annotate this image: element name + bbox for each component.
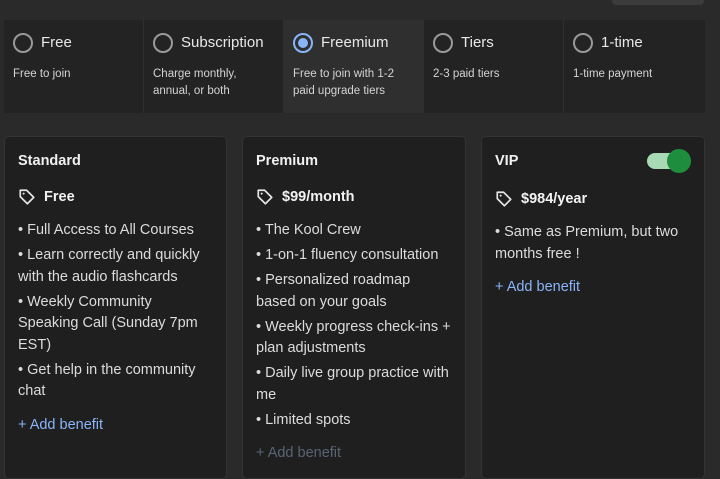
benefit-item[interactable]: • Personalized roadmap based on your goa… bbox=[256, 270, 452, 313]
benefit-item[interactable]: • Weekly progress check-ins + plan adjus… bbox=[256, 317, 452, 360]
add-benefit-link[interactable]: + Add benefit bbox=[256, 445, 452, 461]
benefit-item[interactable]: • Same as Premium, but two months free ! bbox=[495, 222, 691, 265]
radio-icon[interactable] bbox=[153, 33, 173, 53]
benefit-item[interactable]: • Full Access to All Courses bbox=[18, 220, 213, 242]
add-benefit-link[interactable]: + Add benefit bbox=[495, 279, 691, 295]
pricing-model-tiers[interactable]: Tiers 2-3 paid tiers bbox=[424, 20, 564, 113]
benefit-item[interactable]: • 1-on-1 fluency consultation bbox=[256, 245, 452, 267]
tag-icon bbox=[19, 189, 35, 205]
tier-card-standard: Standard Free • Full Access to All Cours… bbox=[4, 136, 227, 479]
tier-enable-toggle[interactable] bbox=[647, 149, 691, 173]
tier-price-row: $984/year bbox=[495, 188, 691, 210]
tier-price: $984/year bbox=[521, 191, 588, 207]
pricing-model-free[interactable]: Free Free to join bbox=[4, 20, 144, 113]
benefit-list: • Same as Premium, but two months free ! bbox=[495, 222, 691, 265]
tag-icon bbox=[257, 189, 273, 205]
pricing-model-selector: Free Free to join Subscription Charge mo… bbox=[4, 20, 705, 113]
pricing-model-label: Free bbox=[41, 34, 72, 51]
tier-name: Standard bbox=[18, 153, 81, 169]
pricing-model-description: 1-time payment bbox=[573, 68, 653, 80]
pricing-model-description: Free to join with 1-2 paid upgrade tiers bbox=[293, 68, 394, 97]
benefit-item[interactable]: • Get help in the community chat bbox=[18, 360, 213, 403]
add-benefit-link[interactable]: + Add benefit bbox=[18, 417, 213, 433]
tier-price-row: Free bbox=[18, 186, 213, 208]
pricing-model-freemium[interactable]: Freemium Free to join with 1-2 paid upgr… bbox=[284, 20, 424, 113]
radio-icon[interactable] bbox=[573, 33, 593, 53]
tier-price: Free bbox=[44, 189, 75, 205]
pricing-model-description: 2-3 paid tiers bbox=[433, 68, 500, 80]
benefit-item[interactable]: • The Kool Crew bbox=[256, 220, 452, 242]
benefit-list: • The Kool Crew • 1-on-1 fluency consult… bbox=[256, 220, 452, 431]
pricing-model-label: 1-time bbox=[601, 34, 643, 51]
tier-name: Premium bbox=[256, 153, 319, 169]
top-right-button-edge[interactable] bbox=[612, 0, 704, 5]
pricing-model-description: Charge monthly, annual, or both bbox=[153, 68, 237, 97]
benefit-list: • Full Access to All Courses • Learn cor… bbox=[18, 220, 213, 403]
tier-price-row: $99/month bbox=[256, 186, 452, 208]
benefit-item[interactable]: • Limited spots bbox=[256, 410, 452, 432]
pricing-model-subscription[interactable]: Subscription Charge monthly, annual, or … bbox=[144, 20, 284, 113]
radio-icon[interactable] bbox=[13, 33, 33, 53]
pricing-model-label: Tiers bbox=[461, 34, 494, 51]
tier-price: $99/month bbox=[282, 189, 355, 205]
pricing-model-description: Free to join bbox=[13, 68, 71, 80]
benefit-item[interactable]: • Weekly Community Speaking Call (Sunday… bbox=[18, 292, 213, 357]
radio-selected-icon[interactable] bbox=[293, 33, 313, 53]
benefit-item[interactable]: • Learn correctly and quickly with the a… bbox=[18, 245, 213, 288]
radio-icon[interactable] bbox=[433, 33, 453, 53]
tier-card-premium: Premium $99/month • The Kool Crew • 1-on… bbox=[242, 136, 466, 479]
tag-icon bbox=[496, 191, 512, 207]
pricing-model-label: Subscription bbox=[181, 34, 264, 51]
pricing-model-one-time[interactable]: 1-time 1-time payment bbox=[564, 20, 704, 113]
toggle-thumb bbox=[667, 149, 691, 173]
pricing-model-label: Freemium bbox=[321, 34, 389, 51]
tier-card-vip: VIP $984/year • Same as Premium, but two… bbox=[481, 136, 705, 479]
benefit-item[interactable]: • Daily live group practice with me bbox=[256, 363, 452, 406]
